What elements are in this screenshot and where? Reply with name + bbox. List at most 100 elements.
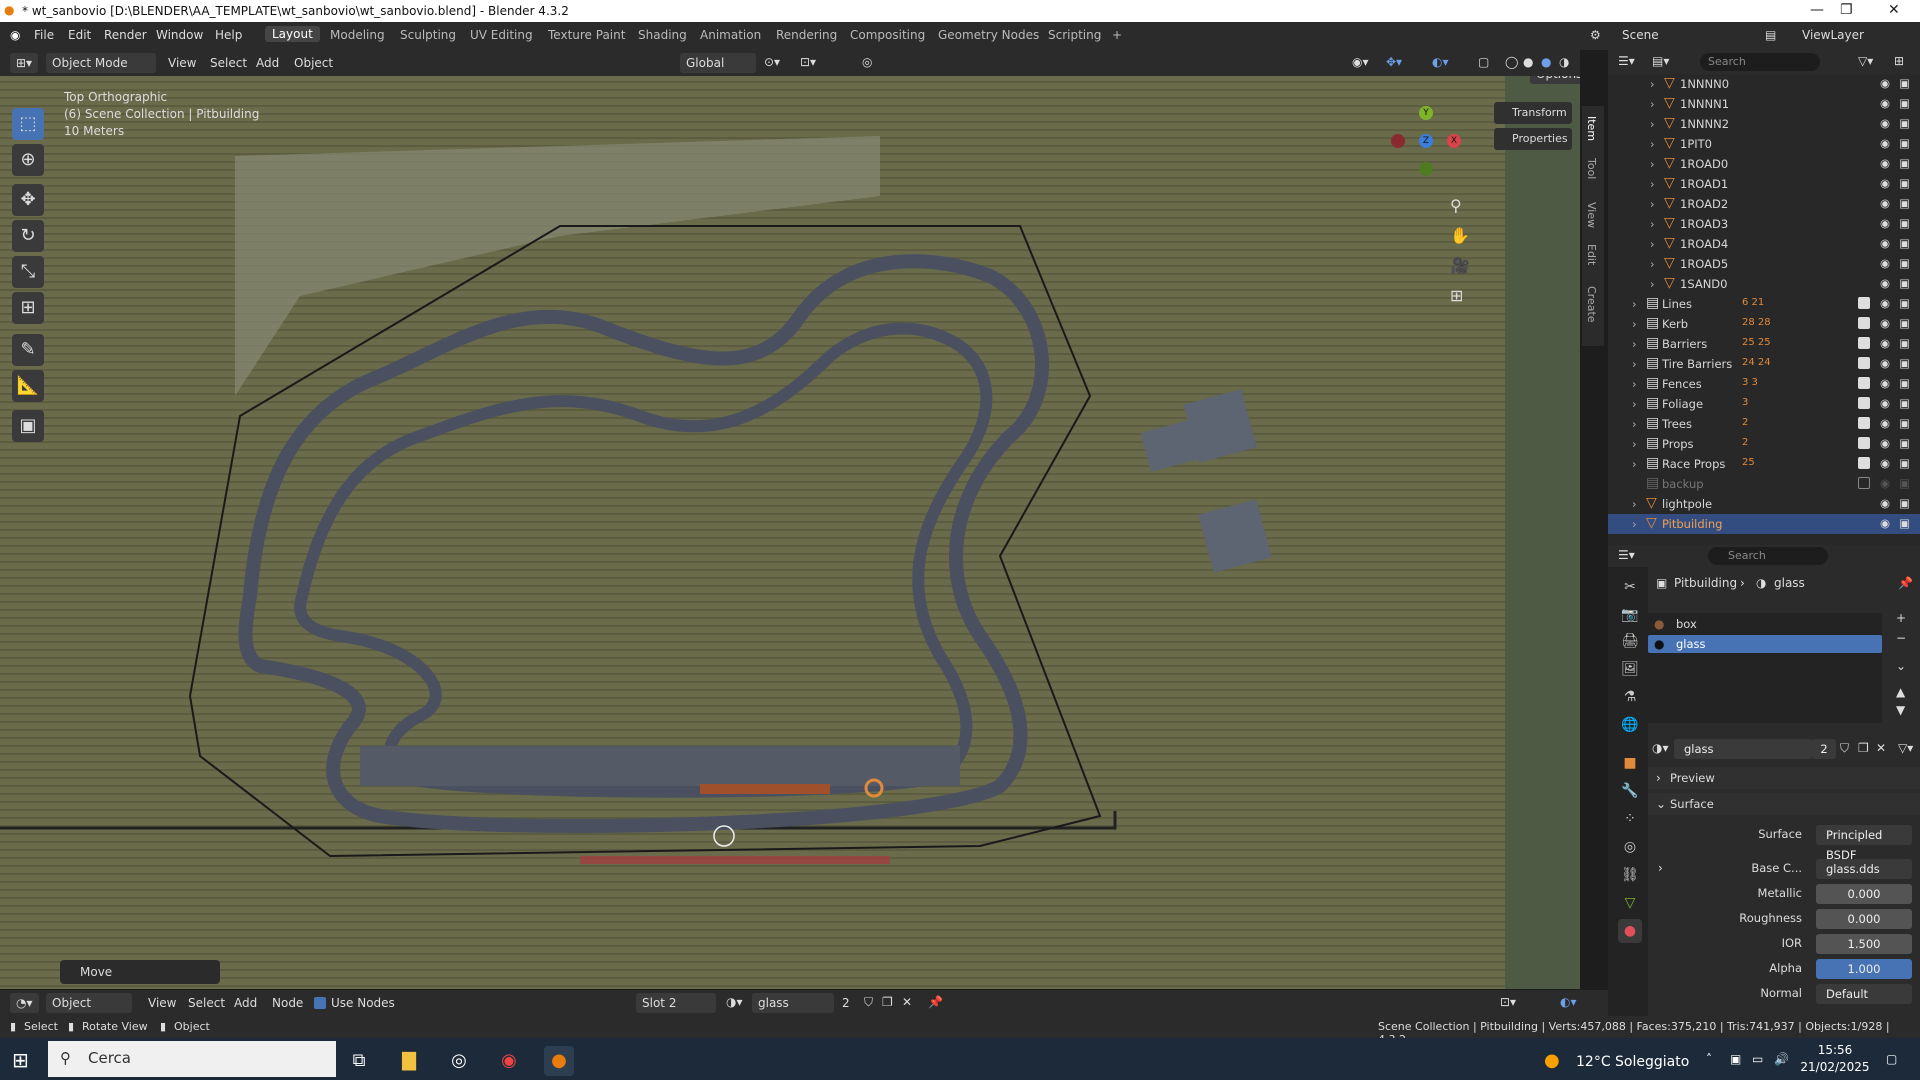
weather-text[interactable]: 12°C Soleggiato [1576,1054,1689,1070]
visibility-eye-icon[interactable]: ◉ [1880,476,1890,490]
shader-type-dropdown[interactable]: Object [46,993,132,1013]
alpha-field[interactable]: 1.000 [1816,959,1912,979]
gizmo-toggle-icon[interactable]: ✥▾ [1386,55,1402,69]
visibility-eye-icon[interactable]: ◉ [1880,296,1890,310]
expand-chevron-icon[interactable]: › [1632,457,1637,471]
render-camera-icon[interactable]: ▣ [1899,416,1910,430]
select-menu[interactable]: Select [210,56,247,70]
expand-chevron-icon[interactable]: › [1650,237,1655,251]
material-name-field[interactable]: glass [1674,739,1812,759]
visibility-eye-icon[interactable]: ◉ [1880,156,1890,170]
visibility-eye-icon[interactable]: ◉ [1880,436,1890,450]
world-tab-icon[interactable]: 🌐 [1618,713,1642,737]
outliner-row[interactable]: › ▽ 1ROAD5 ◉ ▣ [1608,254,1920,274]
outliner-row[interactable]: › ▤ Race Props 25 ◉ ▣ [1608,454,1920,474]
expand-chevron-icon[interactable]: › [1632,297,1637,311]
move-slot-down-icon[interactable]: ▼ [1896,703,1905,717]
transform-panel[interactable]: Transform [1494,102,1572,124]
expand-chevron-icon[interactable]: › [1650,157,1655,171]
metallic-field[interactable]: 0.000 [1816,884,1912,904]
render-camera-icon[interactable]: ▣ [1899,316,1910,330]
data-tab-icon[interactable]: ▽ [1618,891,1642,915]
tab-scripting[interactable]: Scripting [1048,28,1101,42]
viewlayer-selector[interactable]: ViewLayer [1802,28,1864,42]
node-editor-type-icon[interactable]: ◔▾ [10,993,39,1013]
visibility-eye-icon[interactable]: ◉ [1880,176,1890,190]
render-camera-icon[interactable]: ▣ [1899,76,1910,90]
outliner-row[interactable]: › ▤ Kerb 28 28 ◉ ▣ [1608,314,1920,334]
tab-modeling[interactable]: Modeling [330,28,385,42]
visibility-eye-icon[interactable]: ◉ [1880,356,1890,370]
material-tab-icon[interactable]: ● [1618,919,1642,943]
exclude-checkbox[interactable] [1858,457,1870,469]
tab-geometry-nodes[interactable]: Geometry Nodes [938,28,1039,42]
material-slot-glass[interactable]: ● glass [1648,635,1882,653]
display-mode-icon[interactable]: ▤▾ [1652,54,1669,68]
rotate-tool-icon[interactable]: ↻ [12,220,44,252]
exclude-checkbox[interactable] [1858,417,1870,429]
tab-uv-editing[interactable]: UV Editing [470,28,533,42]
3d-viewport[interactable]: Top Orthographic (6) Scene Collection | … [0,76,1580,989]
visibility-eye-icon[interactable]: ◉ [1880,96,1890,110]
material-slot-link-icon[interactable]: ▽▾ [1898,741,1913,755]
maximize-button[interactable]: ❐ [1840,2,1853,18]
exclude-checkbox[interactable] [1858,397,1870,409]
slot-dropdown[interactable]: Slot 2 [636,993,716,1013]
expand-chevron-icon[interactable]: › [1650,197,1655,211]
zoom-icon[interactable]: ⚲ [1450,196,1462,215]
rendered-shading-icon[interactable]: ◑ [1559,55,1569,69]
visibility-eye-icon[interactable]: ◉ [1880,376,1890,390]
visibility-eye-icon[interactable]: ◉ [1880,216,1890,230]
outliner-row[interactable]: › ▽ 1PIT0 ◉ ▣ [1608,134,1920,154]
scene-selector[interactable]: Scene [1622,28,1659,42]
surface-shader-field[interactable]: Principled BSDF [1816,825,1912,862]
expand-chevron-icon[interactable]: › [1650,277,1655,291]
node-fake-user-icon[interactable]: ⛉ [864,995,873,1010]
tab-animation[interactable]: Animation [700,28,761,42]
pin-icon[interactable]: 📌 [1898,576,1913,590]
render-camera-icon[interactable]: ▣ [1899,336,1910,350]
tab-view[interactable]: View [1585,202,1598,228]
windows-start-icon[interactable]: ⊞ [12,1048,29,1072]
node-material-browse-icon[interactable]: ◑▾ [726,995,743,1009]
outliner-row[interactable]: › ▽ 1NNNN2 ◉ ▣ [1608,114,1920,134]
gizmo-y-axis[interactable]: Y [1419,106,1433,120]
pivot-icon[interactable]: ⊙▾ [764,55,780,69]
new-collection-icon[interactable]: ⊞ [1894,54,1904,68]
render-camera-icon[interactable]: ▣ [1899,516,1910,530]
render-camera-icon[interactable]: ▣ [1899,376,1910,390]
exclude-checkbox[interactable] [1858,437,1870,449]
outliner-row[interactable]: › ▤ Lines 6 21 ◉ ▣ [1608,294,1920,314]
outliner-search[interactable]: Search [1700,53,1820,71]
material-browse-icon[interactable]: ◑▾ [1652,741,1669,755]
add-cube-tool-icon[interactable]: ▣ [12,410,44,442]
node-material-field[interactable]: glass [752,993,834,1013]
expand-chevron-icon[interactable]: › [1650,177,1655,191]
visibility-eye-icon[interactable]: ◉ [1880,136,1890,150]
tab-edit[interactable]: Edit [1585,244,1598,265]
overlay-toggle-icon[interactable]: ◐▾ [1432,55,1449,69]
node-overlay-icon[interactable]: ◐▾ [1560,995,1577,1009]
remove-slot-icon[interactable]: − [1896,631,1906,645]
volume-icon[interactable]: 🔊 [1774,1052,1789,1066]
visibility-icon[interactable]: ◉▾ [1352,55,1369,69]
use-nodes-checkbox[interactable] [314,997,326,1009]
node-unlink-icon[interactable]: ✕ [902,995,912,1009]
object-menu[interactable]: Object [294,56,333,70]
tab-shading[interactable]: Shading [638,28,687,42]
exclude-checkbox[interactable] [1858,317,1870,329]
outliner-row[interactable]: › ▽ 1ROAD4 ◉ ▣ [1608,234,1920,254]
visibility-eye-icon[interactable]: ◉ [1880,196,1890,210]
node-menu[interactable]: Node [272,996,303,1010]
duplicate-material-icon[interactable]: ❐ [1858,741,1869,755]
outliner-editor-icon[interactable]: ☰▾ [1618,54,1635,68]
expand-chevron-icon[interactable]: › [1632,317,1637,331]
ortho-grid-icon[interactable]: ⊞ [1450,286,1463,305]
physics-tab-icon[interactable]: ◎ [1618,835,1642,859]
outliner-row[interactable]: › ▽ 1SAND0 ◉ ▣ [1608,274,1920,294]
close-button[interactable]: ✕ [1888,2,1900,18]
expand-chevron-icon[interactable]: › [1650,137,1655,151]
exclude-checkbox[interactable] [1858,357,1870,369]
view-menu[interactable]: View [168,56,196,70]
material-slot-box[interactable]: ● box [1648,615,1882,633]
